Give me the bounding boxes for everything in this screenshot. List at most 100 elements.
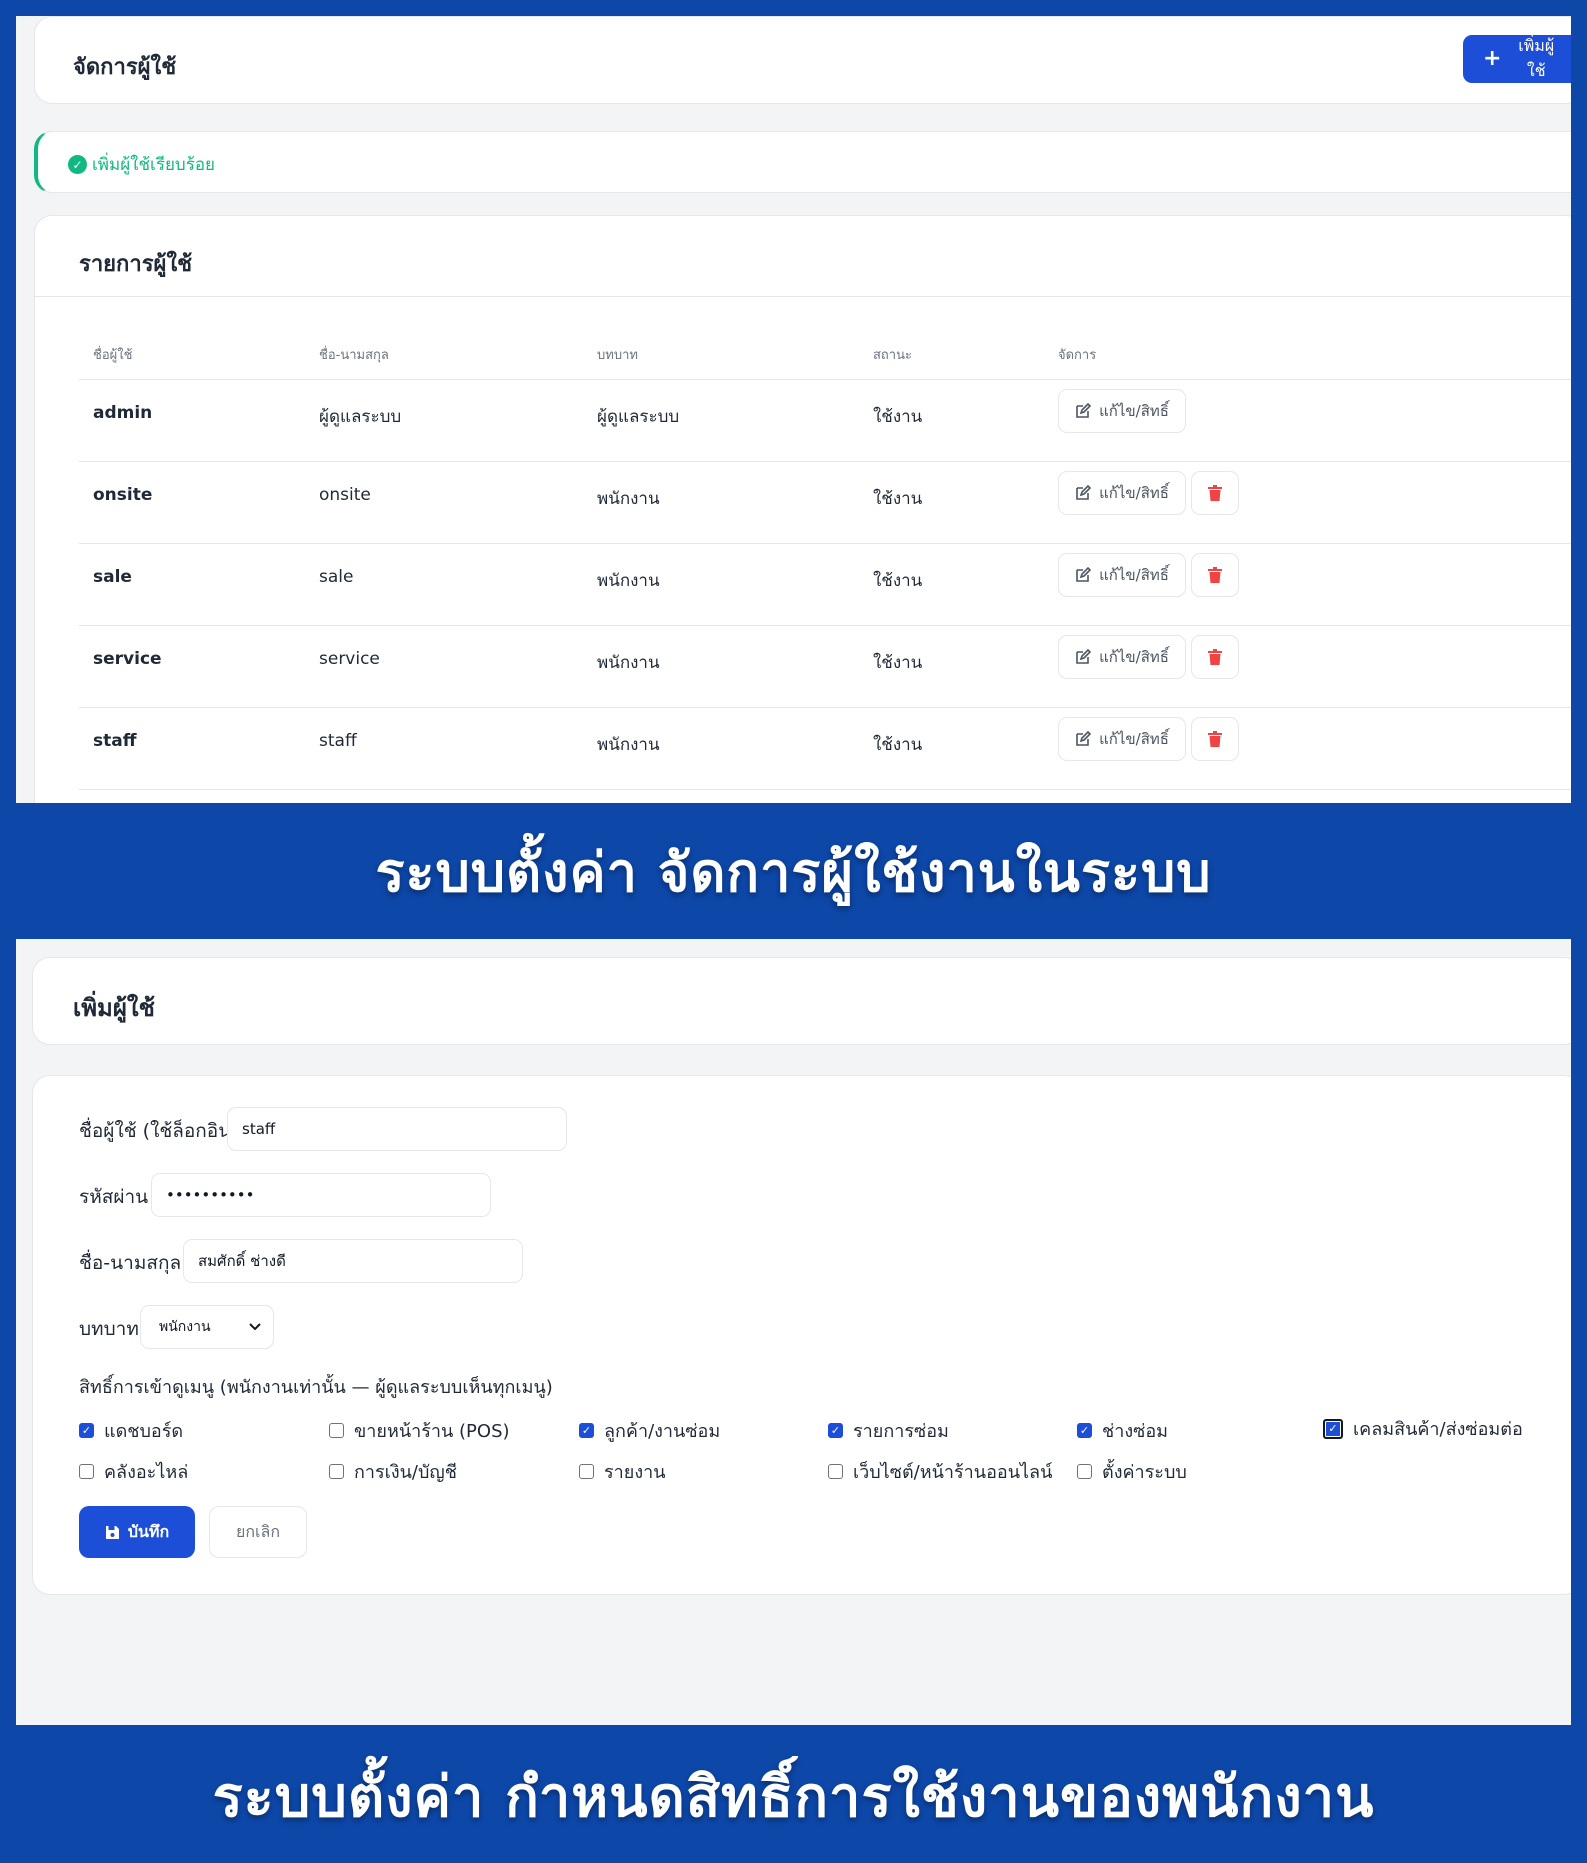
check-circle-icon: ✓: [68, 155, 87, 174]
add-user-form: ชื่อผู้ใช้ (ใช้ล็อกอิน) รหัสผ่าน ชื่อ-นา…: [32, 1075, 1571, 1595]
checkbox-unchecked[interactable]: [579, 1464, 594, 1479]
cell-role: พนักงาน: [597, 571, 660, 591]
cell-username: staff: [93, 731, 137, 751]
permission-label: รายงาน: [604, 1462, 666, 1483]
edit-icon: [1076, 731, 1092, 746]
delete-user-button[interactable]: [1191, 471, 1239, 515]
save-button[interactable]: บันทึก: [79, 1506, 195, 1558]
cell-status: ใช้งาน: [873, 489, 923, 509]
permission-reports[interactable]: รายงาน: [579, 1457, 666, 1486]
username-label: ชื่อผู้ใช้ (ใช้ล็อกอิน): [79, 1120, 239, 1142]
cell-role: พนักงาน: [597, 489, 660, 509]
success-alert: ✓ เพิ่มผู้ใช้เรียบร้อย: [34, 131, 1571, 193]
permission-label: เคลมสินค้า/ส่งซ่อมต่อ: [1353, 1419, 1523, 1440]
banner-caption-bottom: ระบบตั้งค่า กำหนดสิทธิ์การใช้งานของพนักง…: [212, 1765, 1375, 1830]
edit-permissions-button[interactable]: แก้ไข/สิทธิ์: [1058, 635, 1186, 679]
page-title: จัดการผู้ใช้: [73, 55, 177, 80]
save-label: บันทึก: [127, 1521, 170, 1541]
checkbox-checked[interactable]: ✓: [1077, 1423, 1092, 1438]
checkbox-unchecked[interactable]: [828, 1464, 843, 1479]
permission-label: เว็บไซต์/หน้าร้านออนไลน์: [853, 1462, 1053, 1483]
cell-fullname: staff: [319, 731, 357, 751]
permission-customers-repairs[interactable]: ✓ ลูกค้า/งานซ่อม: [579, 1416, 720, 1445]
form-header-card: เพิ่มผู้ใช้: [32, 957, 1571, 1045]
row-divider: [79, 543, 1571, 544]
checkbox-unchecked[interactable]: [329, 1423, 344, 1438]
edit-permissions-button[interactable]: แก้ไข/สิทธิ์: [1058, 717, 1186, 761]
edit-permissions-button[interactable]: แก้ไข/สิทธิ์: [1058, 389, 1186, 433]
edit-icon: [1076, 567, 1092, 582]
edit-label: แก้ไข/สิทธิ์: [1099, 402, 1169, 420]
row-divider: [79, 789, 1571, 790]
add-user-panel: เพิ่มผู้ใช้ ชื่อผู้ใช้ (ใช้ล็อกอิน) รหัส…: [16, 939, 1571, 1725]
delete-user-button[interactable]: [1191, 717, 1239, 761]
permission-label: ลูกค้า/งานซ่อม: [604, 1421, 721, 1442]
column-header-status: สถานะ: [873, 348, 912, 363]
permission-parts-stock[interactable]: คลังอะไหล่: [79, 1457, 188, 1486]
cell-username: onsite: [93, 485, 153, 505]
permission-settings[interactable]: ตั้งค่าระบบ: [1077, 1457, 1187, 1486]
row-divider: [79, 379, 1571, 380]
permission-pos[interactable]: ขายหน้าร้าน (POS): [329, 1416, 510, 1445]
permission-label: ช่างซ่อม: [1102, 1421, 1169, 1442]
cell-status: ใช้งาน: [873, 653, 923, 673]
banner-caption-top: ระบบตั้งค่า จัดการผู้ใช้งานในระบบ: [375, 841, 1212, 904]
permission-repair-list[interactable]: ✓ รายการซ่อม: [828, 1416, 949, 1445]
edit-label: แก้ไข/สิทธิ์: [1099, 730, 1169, 748]
username-input[interactable]: [227, 1107, 567, 1151]
edit-permissions-button[interactable]: แก้ไข/สิทธิ์: [1058, 553, 1186, 597]
permission-dashboard[interactable]: ✓ แดชบอร์ด: [79, 1416, 183, 1445]
checkbox-checked[interactable]: ✓: [579, 1423, 594, 1438]
form-title: เพิ่มผู้ใช้: [73, 994, 155, 1022]
permission-website[interactable]: เว็บไซต์/หน้าร้านออนไลน์: [828, 1457, 1052, 1486]
checkbox-unchecked[interactable]: [79, 1464, 94, 1479]
user-list-panel: จัดการผู้ใช้ + เพิ่มผู้ใช้ ✓ เพิ่มผู้ใช้…: [16, 16, 1571, 803]
user-list-card: รายการผู้ใช้ ชื่อผู้ใช้ ชื่อ-นามสกุล บทบ…: [34, 215, 1571, 803]
column-header-role: บทบาท: [597, 348, 638, 363]
row-divider: [79, 461, 1571, 462]
cell-status: ใช้งาน: [873, 407, 923, 427]
row-divider: [79, 625, 1571, 626]
cell-role: พนักงาน: [597, 653, 660, 673]
trash-icon: [1208, 649, 1222, 665]
permission-claims[interactable]: ✓ เคลมสินค้า/ส่งซ่อมต่อ: [1323, 1414, 1523, 1443]
page-header-card: จัดการผู้ใช้ + เพิ่มผู้ใช้: [34, 16, 1571, 104]
role-label: บทบาท: [79, 1318, 139, 1340]
save-icon: [105, 1525, 119, 1539]
checkbox-checked[interactable]: ✓: [828, 1423, 843, 1438]
role-select-value: พนักงาน: [159, 1319, 211, 1335]
edit-label: แก้ไข/สิทธิ์: [1099, 648, 1169, 666]
cancel-button[interactable]: ยกเลิก: [209, 1506, 307, 1558]
permission-label: ตั้งค่าระบบ: [1102, 1462, 1187, 1483]
edit-icon: [1076, 649, 1092, 664]
fullname-input[interactable]: [183, 1239, 523, 1283]
cell-fullname: service: [319, 649, 380, 669]
add-user-button[interactable]: + เพิ่มผู้ใช้: [1463, 35, 1571, 83]
column-header-actions: จัดการ: [1058, 348, 1097, 363]
delete-user-button[interactable]: [1191, 553, 1239, 597]
edit-label: แก้ไข/สิทธิ์: [1099, 566, 1169, 584]
cell-username: service: [93, 649, 162, 669]
edit-permissions-button[interactable]: แก้ไข/สิทธิ์: [1058, 471, 1186, 515]
permission-label: ขายหน้าร้าน (POS): [354, 1421, 510, 1442]
trash-icon: [1208, 567, 1222, 583]
checkbox-unchecked[interactable]: [329, 1464, 344, 1479]
cell-username: sale: [93, 567, 132, 587]
delete-user-button[interactable]: [1191, 635, 1239, 679]
chevron-down-icon: [249, 1323, 261, 1331]
edit-icon: [1076, 403, 1092, 418]
permission-technicians[interactable]: ✓ ช่างซ่อม: [1077, 1416, 1168, 1445]
permission-finance[interactable]: การเงิน/บัญชี: [329, 1457, 457, 1486]
edit-label: แก้ไข/สิทธิ์: [1099, 484, 1169, 502]
password-input[interactable]: [151, 1173, 491, 1217]
permissions-label: สิทธิ์การเข้าดูเมนู (พนักงานเท่านั้น — ผ…: [79, 1377, 553, 1398]
checkbox-checked[interactable]: ✓: [1323, 1418, 1343, 1439]
trash-icon: [1208, 485, 1222, 501]
cell-status: ใช้งาน: [873, 571, 923, 591]
role-select[interactable]: พนักงาน: [140, 1305, 274, 1349]
permission-label: รายการซ่อม: [853, 1421, 949, 1442]
checkbox-checked[interactable]: ✓: [79, 1423, 94, 1438]
cell-role: พนักงาน: [597, 735, 660, 755]
permission-label: คลังอะไหล่: [104, 1462, 189, 1483]
checkbox-unchecked[interactable]: [1077, 1464, 1092, 1479]
